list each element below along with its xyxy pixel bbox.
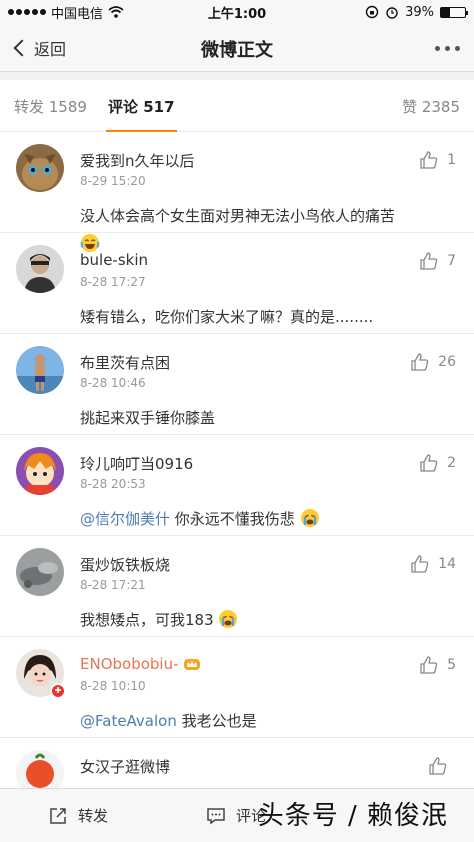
comment-icon [207,807,225,824]
page-title: 微博正文 [201,40,273,61]
comment-text: 矮有错么，吃你们家大米了嘛？真的是........ [80,303,452,331]
comment-list: 爱我到n久年以后 8-29 15:20 1 没人体会高个女生面对男神无法小鸟依人… [0,132,474,788]
comment-item[interactable]: bule-skin 8-28 17:27 7 矮有错么，吃你们家大米了嘛？真的是… [0,233,474,334]
avatar[interactable] [16,447,64,495]
comment-text: 我想矮点，可我183 [80,606,452,634]
comment-author[interactable]: 爱我到n久年以后 [80,150,195,171]
like-count: 1 [447,152,456,168]
like-button[interactable]: 14 [410,554,456,574]
comment-body: 你永远不懂我伤悲 [170,510,295,528]
comment-item[interactable]: 爱我到n久年以后 8-29 15:20 1 没人体会高个女生面对男神无法小鸟依人… [0,132,474,252]
like-count: 5 [447,657,456,673]
comment-author[interactable]: ENObobobiu- [80,655,201,673]
comment-time: 8-28 17:21 [80,578,146,592]
like-button[interactable]: 26 [410,352,456,372]
avatar[interactable] [16,548,64,596]
comment-item[interactable]: 女汉子逛微博 [0,738,474,788]
comment-author[interactable]: 布里茨有点困 [80,352,170,373]
thumbs-up-icon [420,454,438,472]
battery-percent: 39% [405,4,434,20]
nav-bar: 返回 微博正文 [0,24,474,72]
comment-body: 没人体会高个女生面对男神无法小鸟依人的痛苦 [80,207,396,225]
status-bar: 中国电信 上午1:00 39% [0,0,474,24]
mention-link[interactable]: @信尔伽美什 [80,510,170,528]
comment-time: 8-28 10:10 [80,679,146,693]
avatar[interactable] [16,750,64,788]
like-count: 7 [447,253,456,269]
watermark: 头条号 / 赖俊泯 [257,801,448,831]
comment-author[interactable]: 蛋炒饭铁板烧 [80,554,170,575]
comment-body: 挑起来双手锤你膝盖 [80,409,216,427]
avatar[interactable] [16,144,64,192]
like-button[interactable] [428,756,456,776]
like-count: 2 [447,455,456,471]
crying-emoji-icon [219,610,238,628]
comment-body: 我老公也是 [176,712,257,730]
repost-label: 转发 [78,807,109,825]
thumbs-up-icon [411,353,429,371]
crying-emoji-icon [300,509,319,527]
like-button[interactable]: 1 [419,150,456,170]
share-icon [50,807,66,824]
battery-icon [440,6,468,18]
like-button[interactable]: 7 [419,251,456,271]
thumbs-up-icon [420,151,438,169]
comment-text: 挑起来双手锤你膝盖 [80,404,452,432]
alarm-icon [386,7,398,19]
verified-badge-icon: ✚ [50,683,66,699]
vip-crown-icon [184,659,201,670]
thumbs-up-icon [420,252,438,270]
comment-author[interactable]: 玲儿响叮当0916 [80,453,193,474]
comment-time: 8-29 15:20 [80,174,146,188]
rotation-lock-icon [365,5,379,19]
like-count: 14 [438,556,456,572]
comment-item[interactable]: 玲儿响叮当0916 8-28 20:53 2 @信尔伽美什 你永远不懂我伤悲 [0,435,474,536]
comment-item[interactable]: ✚ ENObobobiu- 8-28 10:10 5 @FateAvalon 我… [0,637,474,738]
tab-likes[interactable]: 赞 2385 [402,96,460,117]
tab-reposts[interactable]: 转发 1589 [14,96,87,117]
like-button[interactable]: 2 [419,453,456,473]
like-button[interactable]: 5 [419,655,456,675]
more-options-button[interactable] [435,46,460,51]
author-name: ENObobobiu- [80,655,179,673]
comment-author[interactable]: 女汉子逛微博 [80,756,170,777]
thumbs-up-icon [429,757,447,775]
tab-comments[interactable]: 评论 517 [106,96,177,132]
comment-text: @信尔伽美什 你永远不懂我伤悲 [80,505,452,533]
repost-button[interactable]: 转发 [48,805,108,826]
like-count: 26 [438,354,456,370]
status-right: 39% [365,4,468,20]
avatar[interactable] [16,245,64,293]
comment-time: 8-28 20:53 [80,477,146,491]
thumbs-up-icon [411,555,429,573]
bottom-toolbar: 转发 评论 头条号 / 赖俊泯 [0,788,474,842]
comment-time: 8-28 10:46 [80,376,146,390]
tab-bar: 转发 1589 评论 517 赞 2385 [0,80,474,132]
comment-time: 8-28 17:27 [80,275,146,289]
avatar[interactable] [16,346,64,394]
thumbs-up-icon [420,656,438,674]
comment-text: @FateAvalon 我老公也是 [80,707,452,735]
comment-item[interactable]: 蛋炒饭铁板烧 8-28 17:21 14 我想矮点，可我183 [0,536,474,637]
comment-body: 我想矮点，可我183 [80,611,214,629]
mention-link[interactable]: @FateAvalon [80,712,177,730]
comment-item[interactable]: 布里茨有点困 8-28 10:46 26 挑起来双手锤你膝盖 [0,334,474,435]
comment-body: 矮有错么，吃你们家大米了嘛？真的是........ [80,308,374,326]
comment-author[interactable]: bule-skin [80,251,148,269]
